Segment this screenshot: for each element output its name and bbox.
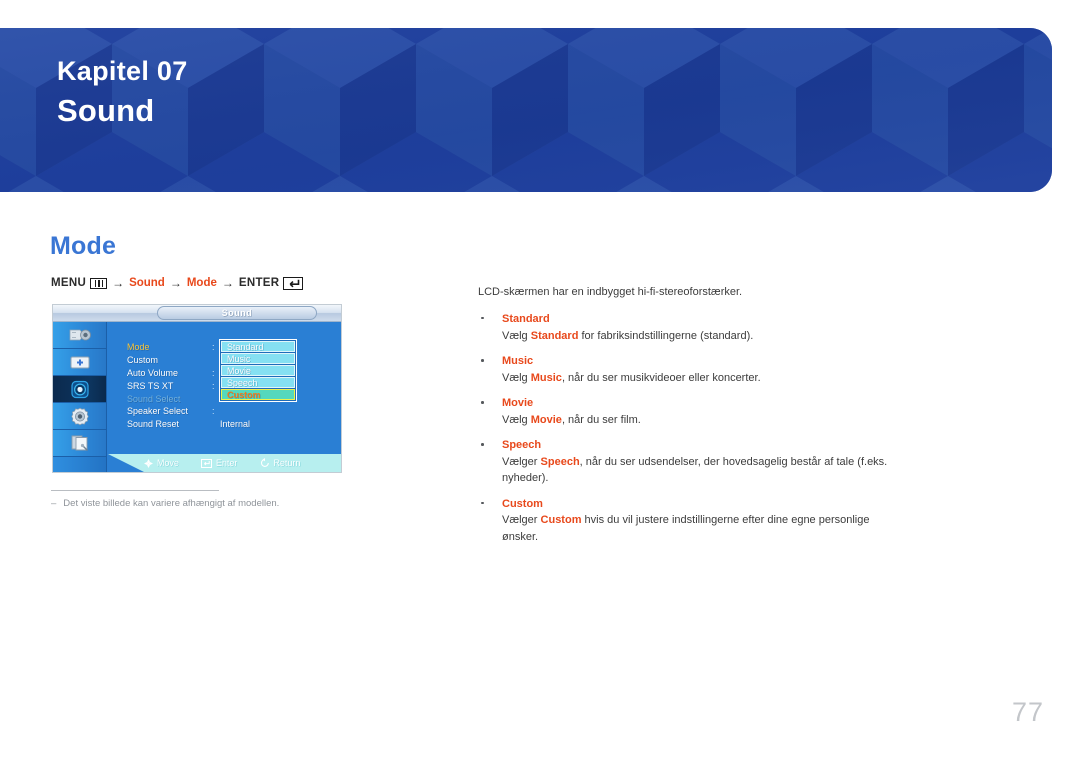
osd-sidebar-item-multicontrol[interactable] <box>53 430 106 457</box>
desc-bold: Speech <box>540 455 580 468</box>
intro-paragraph: LCD-skærmen har en indbygget hi-fi-stere… <box>478 286 743 298</box>
footnote-dash: – <box>51 498 57 509</box>
list-item-title: Music <box>502 355 534 368</box>
osd-menu-item-srs-ts-xt[interactable]: SRS TS XT <box>127 380 188 393</box>
list-item-title: Speech <box>502 439 542 452</box>
list-item-desc: Vælger Speech, når du ser udsendelser, d… <box>502 454 898 487</box>
osd-menu-item-speaker-select[interactable]: Speaker Select <box>127 405 188 418</box>
menu-path-step-sound: Sound <box>129 277 165 289</box>
list-item-desc: Vælg Movie, når du ser film. <box>502 412 898 429</box>
desc-before: Vælger <box>502 514 541 527</box>
bullet-dot-icon <box>481 359 484 362</box>
footnote-divider <box>51 490 219 491</box>
list-item: Custom Vælger Custom hvis du vil justere… <box>478 497 898 546</box>
menu-path-arrow-1: → <box>112 276 125 290</box>
osd-sidebar-item-input[interactable] <box>53 322 106 349</box>
osd-speaker-select-value: Internal <box>220 419 251 429</box>
osd-sidebar-item-sound[interactable] <box>53 376 106 403</box>
osd-dropdown-option-music[interactable]: Music <box>221 353 295 364</box>
sound-mode-list: Standard Vælg Standard for fabriksindsti… <box>478 312 898 546</box>
menu-path-step-mode: Mode <box>186 277 217 289</box>
osd-footer-return-label: Return <box>273 458 301 468</box>
desc-bold: Standard <box>530 329 579 342</box>
osd-sidebar <box>53 322 107 472</box>
osd-footer-enter[interactable]: Enter <box>201 458 238 468</box>
page-number: 77 <box>1011 697 1044 727</box>
setup-gear-icon <box>70 407 89 425</box>
footnote-text: Det viste billede kan variere afhængigt … <box>63 498 280 509</box>
desc-before: Vælg <box>502 329 531 342</box>
osd-menu-item-sound-select: Sound Select <box>127 393 181 404</box>
osd-dropdown-option-speech[interactable]: Speech <box>221 377 295 388</box>
desc-bold: Custom <box>540 514 582 527</box>
osd-sidebar-item-picture[interactable] <box>53 349 106 376</box>
list-item-desc: Vælg Music, når du ser musikvideoer elle… <box>502 370 898 387</box>
osd-title: Sound <box>157 306 317 320</box>
sound-speaker-icon <box>70 380 89 398</box>
osd-body: Mode Custom Auto Volume SRS TS XT Sound … <box>108 322 341 472</box>
osd-menu-list: Mode Custom Auto Volume SRS TS XT Sound … <box>127 341 188 431</box>
list-item-desc: Vælger Custom hvis du vil justere indsti… <box>502 512 898 545</box>
desc-before: Vælg <box>502 371 531 384</box>
osd-dropdown-option-custom[interactable]: Custom <box>221 389 295 400</box>
osd-titlebar: Sound <box>53 305 341 322</box>
section-heading: Mode <box>50 232 117 260</box>
bullet-dot-icon <box>481 501 484 505</box>
osd-menu-item-sound-reset[interactable]: Sound Reset <box>127 418 188 431</box>
list-item: Music Vælg Music, når du ser musikvideoe… <box>478 354 898 386</box>
list-item-title: Custom <box>502 497 543 510</box>
menu-path-enter-label: ENTER <box>238 277 280 289</box>
osd-menu-item-mode[interactable]: Mode <box>127 341 188 354</box>
desc-bold: Movie <box>530 413 562 426</box>
desc-after: for fabriksindstillingerne (standard). <box>578 329 754 342</box>
desc-before: Vælg <box>502 413 531 426</box>
osd-mode-dropdown[interactable]: Standard Music Movie Speech Custom <box>219 339 297 402</box>
picture-screen-icon <box>70 356 89 368</box>
osd-menu-item-auto-volume[interactable]: Auto Volume <box>127 367 188 380</box>
enter-return-icon <box>283 276 304 290</box>
bullet-dot-icon <box>481 443 484 446</box>
osd-dropdown-option-movie[interactable]: Movie <box>221 365 295 376</box>
list-item: Movie Vælg Movie, når du ser film. <box>478 396 898 428</box>
bullet-dot-icon <box>481 401 484 404</box>
menu-path-arrow-2: → <box>169 276 182 290</box>
osd-footer-return[interactable]: Return <box>260 458 301 468</box>
enter-return-icon <box>201 458 213 468</box>
list-item: Standard Vælg Standard for fabriksindsti… <box>478 312 898 344</box>
desc-after: , når du ser film. <box>561 413 641 426</box>
multi-control-page-icon <box>71 435 88 451</box>
banner-title-group: Kapitel 07 Sound <box>57 55 188 131</box>
osd-sidebar-item-setup[interactable] <box>53 403 106 430</box>
footnote: – Det viste billede kan variere afhængig… <box>51 498 279 509</box>
menu-path-menu-label: MENU <box>51 277 87 289</box>
osd-screenshot: Sound Mode Custom Auto Volume SRS TS XT … <box>52 304 342 473</box>
osd-footer-move-label: Move <box>157 458 180 468</box>
chapter-label: Kapitel 07 <box>57 56 188 86</box>
list-item-title: Movie <box>502 397 534 410</box>
return-arrow-icon <box>260 458 269 467</box>
osd-menu-item-custom[interactable]: Custom <box>127 354 188 367</box>
content-column: LCD-skærmen har en indbygget hi-fi-stere… <box>478 285 898 545</box>
osd-colon-column: : :: : <box>212 342 215 417</box>
bullet-dot-icon <box>481 316 484 320</box>
osd-dropdown-option-standard[interactable]: Standard <box>221 341 295 352</box>
move-dpad-icon <box>144 458 153 468</box>
desc-bold: Music <box>530 371 562 384</box>
input-plug-icon <box>69 329 91 340</box>
menu-bars-icon <box>90 277 108 289</box>
osd-footer-move[interactable]: Move <box>144 458 179 468</box>
chapter-title: Sound <box>57 92 155 128</box>
chapter-banner: Kapitel 07 Sound <box>0 28 1052 192</box>
list-item-title: Standard <box>502 312 550 325</box>
list-item: Speech Vælger Speech, når du ser udsende… <box>478 438 898 487</box>
osd-footer-bar: Move Enter Return <box>108 454 341 472</box>
osd-footer-enter-label: Enter <box>216 458 238 468</box>
menu-path-arrow-3: → <box>221 276 234 290</box>
desc-after: , når du ser musikvideoer eller koncerte… <box>561 371 761 384</box>
list-item-desc: Vælg Standard for fabriksindstillingerne… <box>502 328 898 345</box>
menu-path: MENU → Sound → Mode → ENTER <box>51 276 304 290</box>
desc-before: Vælger <box>502 455 541 468</box>
